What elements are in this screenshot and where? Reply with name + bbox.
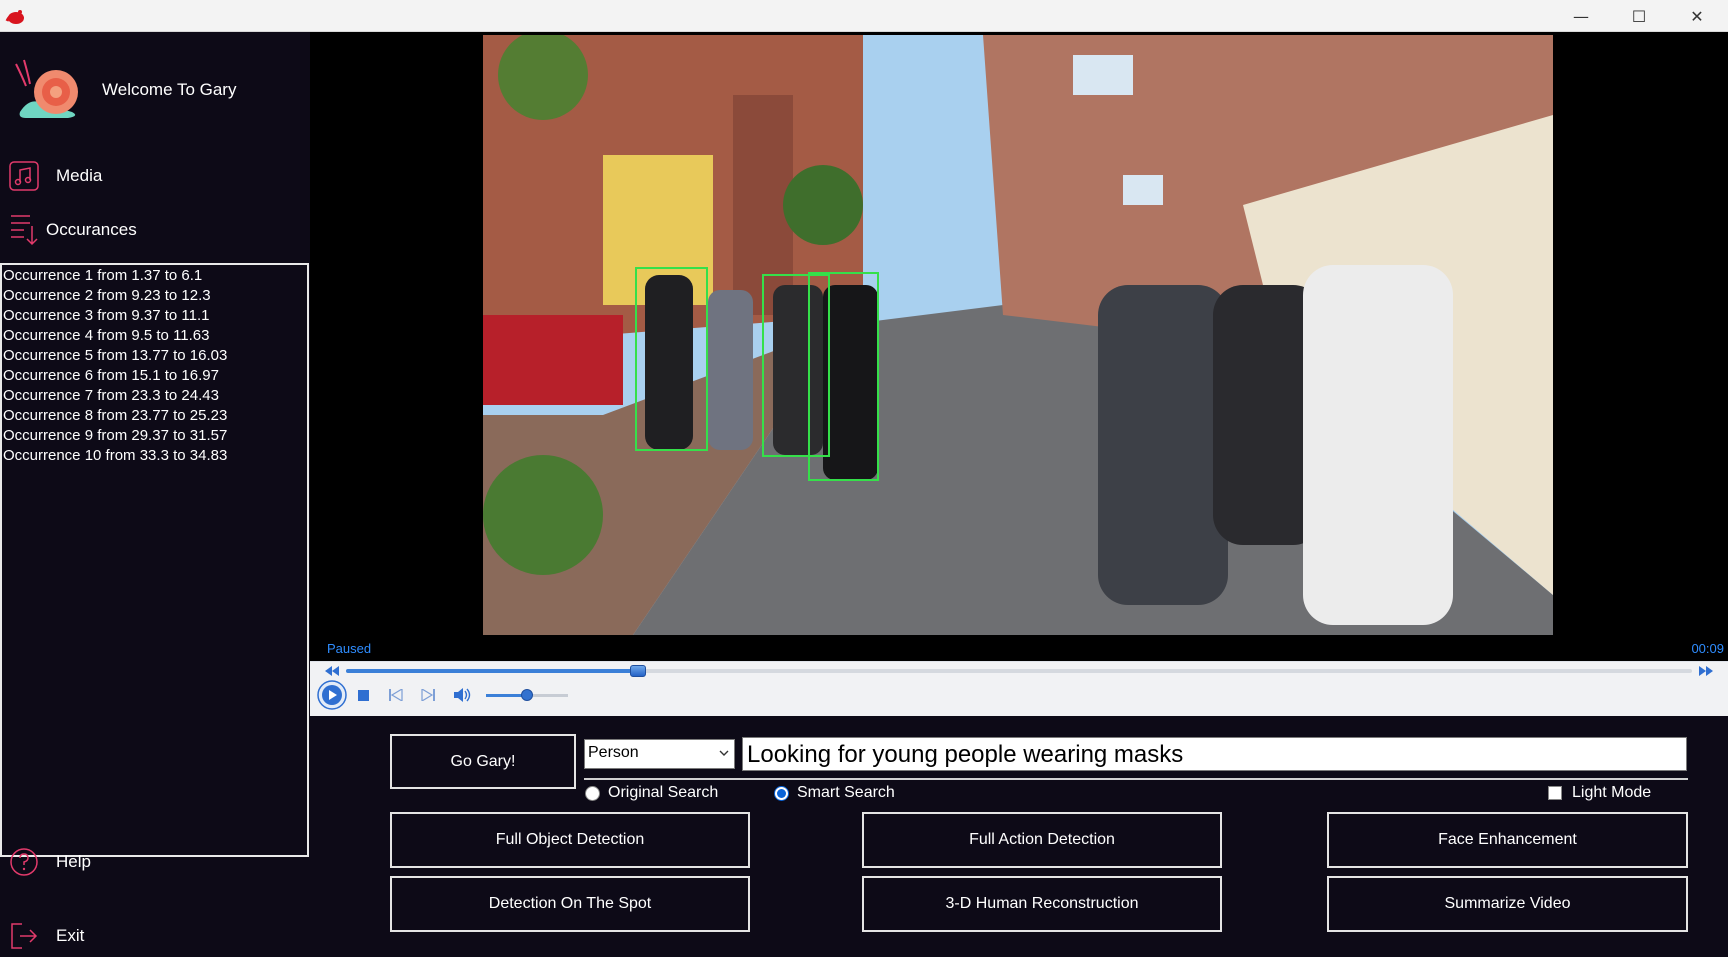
help-icon xyxy=(6,844,42,880)
music-note-icon xyxy=(6,158,42,194)
exit-icon xyxy=(6,918,42,954)
original-search-radio[interactable] xyxy=(585,785,600,801)
seek-forward-icon[interactable] xyxy=(1698,664,1714,678)
nav-occurrences[interactable]: Occurances xyxy=(6,212,137,248)
video-player[interactable]: Paused 00:09 xyxy=(310,32,1728,661)
nav-help[interactable]: Help xyxy=(6,844,91,880)
go-gary-button[interactable]: Go Gary! xyxy=(390,734,576,789)
light-mode-option[interactable]: Light Mode xyxy=(1548,784,1651,802)
list-item[interactable]: Occurrence 2 from 9.23 to 12.3 xyxy=(3,286,307,306)
category-select[interactable]: Person xyxy=(584,739,735,769)
list-item[interactable]: Occurrence 8 from 23.77 to 25.23 xyxy=(3,406,307,426)
full-object-detection-button[interactable]: Full Object Detection xyxy=(390,812,750,868)
original-search-label: Original Search xyxy=(608,784,719,801)
search-panel: Go Gary! Person Looking for young people… xyxy=(310,716,1728,957)
list-item[interactable]: Occurrence 10 from 33.3 to 34.83 xyxy=(3,446,307,466)
nav-exit-label: Exit xyxy=(56,926,85,945)
list-item[interactable]: Occurrence 5 from 13.77 to 16.03 xyxy=(3,346,307,366)
minimize-button[interactable]: — xyxy=(1552,0,1610,32)
light-mode-label: Light Mode xyxy=(1572,784,1652,801)
seek-bar[interactable] xyxy=(346,665,1692,677)
nav-help-label: Help xyxy=(56,852,91,871)
face-enhancement-button[interactable]: Face Enhancement xyxy=(1327,812,1688,868)
video-frame[interactable] xyxy=(483,35,1553,635)
playback-status: Paused xyxy=(327,641,372,656)
full-action-detection-button[interactable]: Full Action Detection xyxy=(862,812,1222,868)
divider xyxy=(584,778,1688,780)
volume-icon[interactable] xyxy=(453,686,473,704)
sidebar: Welcome To Gary Media Occurances Occurre… xyxy=(0,32,310,957)
chevron-down-icon xyxy=(718,745,730,766)
close-button[interactable]: ✕ xyxy=(1668,0,1726,32)
player-controls xyxy=(310,661,1728,716)
list-item[interactable]: Occurrence 3 from 9.37 to 11.1 xyxy=(3,306,307,326)
previous-icon[interactable] xyxy=(388,688,404,702)
category-value: Person xyxy=(588,744,639,761)
original-search-option[interactable]: Original Search xyxy=(585,784,718,802)
volume-thumb[interactable] xyxy=(521,689,533,701)
search-query-input[interactable]: Looking for young people wearing masks xyxy=(742,737,1687,771)
playback-time: 00:09 xyxy=(1691,641,1724,656)
app-snail-icon xyxy=(5,10,24,24)
title-bar: — ☐ ✕ xyxy=(0,0,1728,32)
list-item[interactable]: Occurrence 9 from 29.37 to 31.57 xyxy=(3,426,307,446)
volume-slider[interactable] xyxy=(486,689,568,701)
next-icon[interactable] xyxy=(420,688,436,702)
smart-search-option[interactable]: Smart Search xyxy=(774,784,895,802)
snail-logo xyxy=(15,59,78,118)
nav-exit[interactable]: Exit xyxy=(6,918,84,954)
seek-back-icon[interactable] xyxy=(324,664,340,678)
nav-media-label: Media xyxy=(56,166,103,185)
list-item[interactable]: Occurrence 4 from 9.5 to 11.63 xyxy=(3,326,307,346)
seek-thumb[interactable] xyxy=(630,665,647,677)
list-item[interactable]: Occurrence 1 from 1.37 to 6.1 xyxy=(3,266,307,286)
play-icon[interactable] xyxy=(316,679,348,711)
nav-media[interactable]: Media xyxy=(6,158,102,194)
detection-on-the-spot-button[interactable]: Detection On The Spot xyxy=(390,876,750,932)
list-item[interactable]: Occurrence 6 from 15.1 to 16.97 xyxy=(3,366,307,386)
list-icon xyxy=(6,212,42,248)
light-mode-checkbox[interactable] xyxy=(1548,786,1562,800)
smart-search-label: Smart Search xyxy=(797,784,895,801)
human-reconstruction-button[interactable]: 3-D Human Reconstruction xyxy=(862,876,1222,932)
smart-search-radio[interactable] xyxy=(774,785,789,801)
list-item[interactable]: Occurrence 7 from 23.3 to 24.43 xyxy=(3,386,307,406)
seek-progress xyxy=(346,669,639,673)
welcome-title: Welcome To Gary xyxy=(102,80,237,99)
summarize-video-button[interactable]: Summarize Video xyxy=(1327,876,1688,932)
occurrences-list[interactable]: Occurrence 1 from 1.37 to 6.1 Occurrence… xyxy=(0,263,309,857)
maximize-button[interactable]: ☐ xyxy=(1610,0,1668,32)
nav-occurrences-label: Occurances xyxy=(46,220,137,239)
street-scene-image xyxy=(483,35,1553,635)
stop-icon[interactable] xyxy=(356,688,370,702)
